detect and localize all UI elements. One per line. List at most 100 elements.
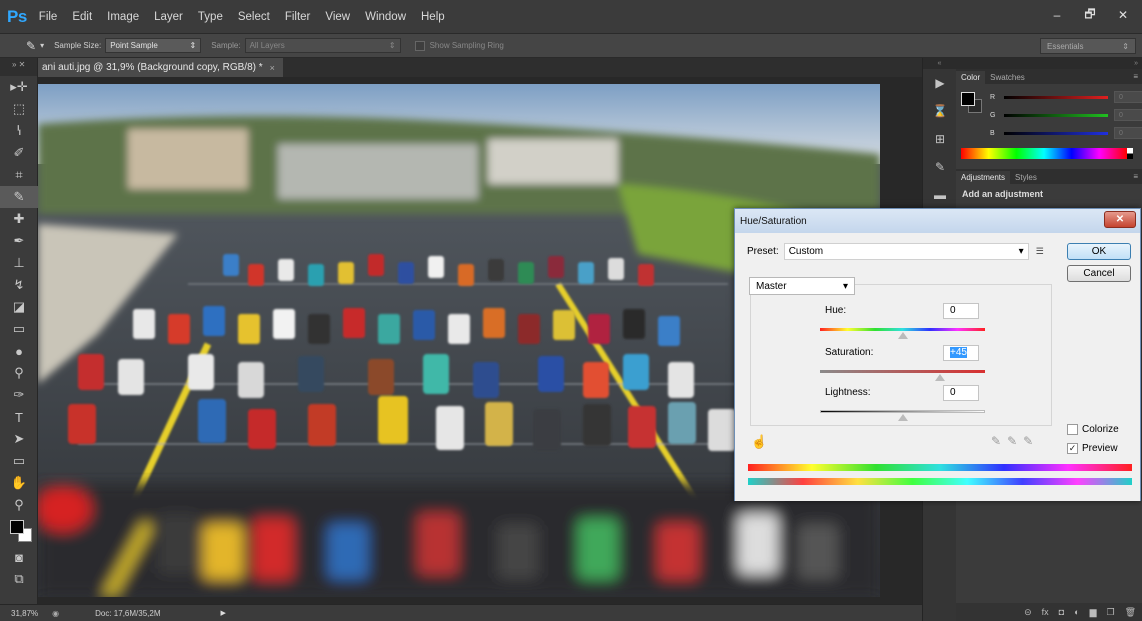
tool-presets-icon[interactable]: ✎ [923,153,957,181]
saturation-input[interactable]: +45 [943,345,979,361]
eyedropper-tool-icon[interactable]: ✎ [0,186,38,208]
menu-filter[interactable]: Filter [285,11,311,23]
color-spectrum-ramp[interactable] [961,148,1127,159]
eyedropper-icon[interactable]: ✎ [991,434,1001,448]
expand-panels-icon[interactable]: » [956,58,1142,69]
saturation-slider-track[interactable] [820,370,985,373]
menu-image[interactable]: Image [107,11,139,23]
cancel-button[interactable]: Cancel [1067,265,1131,282]
menu-file[interactable]: File [39,11,58,23]
restore-button[interactable]: 🗗 [1075,4,1105,26]
preview-checkbox[interactable]: ✓ [1067,443,1078,454]
tab-adjustments[interactable]: Adjustments [956,171,1011,184]
eyedropper-add-icon[interactable]: ✎ [1007,434,1017,448]
tools-panel-collapse-icon[interactable]: » ✕ [0,58,37,76]
green-slider[interactable] [1004,113,1108,117]
dialog-close-button[interactable]: ✕ [1104,211,1136,228]
add-mask-icon[interactable]: ◘ [1059,607,1064,617]
eraser-tool-icon[interactable]: ◪ [0,296,38,318]
lightness-slider-thumb[interactable] [898,414,908,421]
panel-menu-icon[interactable]: ≡ [1133,72,1138,81]
hue-slider-track[interactable] [820,328,985,331]
close-app-button[interactable]: ✕ [1108,4,1138,26]
red-value[interactable]: 0 [1114,91,1142,103]
lightness-input[interactable]: 0 [943,385,979,401]
play-action-icon[interactable]: ▶ [923,69,957,97]
tool-preset-caret-icon[interactable]: ▾ [40,41,44,50]
panel-menu-icon[interactable]: ≡ [1133,172,1138,181]
menu-select[interactable]: Select [238,11,270,23]
properties-panel-icon[interactable]: ⊞ [923,125,957,153]
history-panel-icon[interactable]: ⌛ [923,97,957,125]
tab-color[interactable]: Color [956,71,986,84]
crop-tool-icon[interactable]: ⌗ [0,164,38,186]
hue-slider-thumb[interactable] [898,332,908,339]
quick-mask-icon[interactable]: ◙ [0,546,38,568]
collapse-panels-icon[interactable]: « [923,58,956,69]
eyedropper-subtract-icon[interactable]: ✎ [1023,434,1033,448]
status-menu-arrow-icon[interactable]: ▶ [221,609,226,617]
hue-input[interactable]: 0 [943,303,979,319]
document-tab[interactable]: ani auti.jpg @ 31,9% (Background copy, R… [38,58,283,77]
layer-comps-icon[interactable]: ▬ [923,181,957,209]
spot-healing-tool-icon[interactable]: ✚ [0,208,38,230]
lasso-tool-icon[interactable]: ꝇ [0,120,38,142]
ok-button[interactable]: OK [1067,243,1131,260]
delete-layer-icon[interactable]: 🗑 [1125,607,1136,618]
tab-swatches[interactable]: Swatches [985,71,1030,84]
gradient-tool-icon[interactable]: ▭ [0,318,38,340]
move-tool-icon[interactable]: ▸✛ [0,76,38,98]
red-slider[interactable] [1004,95,1108,99]
menu-layer[interactable]: Layer [154,11,183,23]
preset-select[interactable]: Custom ▾ [783,243,1029,260]
screen-mode-icon[interactable]: ⧉ [0,568,38,590]
quick-selection-tool-icon[interactable]: ✐ [0,142,38,164]
green-value[interactable]: 0 [1114,109,1142,121]
menu-type[interactable]: Type [198,11,223,23]
path-selection-tool-icon[interactable]: ➤ [0,428,38,450]
marquee-tool-icon[interactable]: ⬚ [0,98,38,120]
tab-styles[interactable]: Styles [1010,171,1042,184]
dialog-title-bar[interactable]: Hue/Saturation [735,209,1140,233]
on-image-adjust-icon[interactable]: ☝ [751,434,767,450]
eyedropper-tool-icon[interactable]: ✎ [26,39,36,53]
channel-select[interactable]: Master ▾ [749,277,855,295]
hand-tool-icon[interactable]: ✋ [0,472,38,494]
new-group-icon[interactable]: ▆ [1090,607,1097,618]
color-swatches[interactable] [0,516,37,546]
menu-window[interactable]: Window [365,11,406,23]
panel-foreground-swatch[interactable] [961,92,975,106]
document-close-icon[interactable]: × [270,63,275,73]
show-sampling-ring-checkbox[interactable] [414,40,425,51]
history-brush-tool-icon[interactable]: ↯ [0,274,38,296]
black-white-ramp[interactable] [1127,148,1133,159]
type-tool-icon[interactable]: T [0,406,38,428]
preset-options-icon[interactable]: ☰ [1036,246,1044,257]
link-layers-icon[interactable]: ⊝ [1024,607,1032,618]
dodge-tool-icon[interactable]: ⚲ [0,362,38,384]
menu-edit[interactable]: Edit [72,11,92,23]
colorize-checkbox[interactable] [1067,424,1078,435]
adjustment-layer-icon[interactable]: ◐ [1074,607,1079,617]
blue-value[interactable]: 0 [1114,127,1142,139]
workspace-select[interactable]: Essentials ⇕ [1040,38,1136,54]
sample-select[interactable]: All Layers ⇕ [244,38,401,53]
saturation-slider-thumb[interactable] [935,374,945,381]
new-layer-icon[interactable]: ❐ [1106,607,1114,618]
blue-slider[interactable] [1004,131,1108,135]
zoom-tool-icon[interactable]: ⚲ [0,494,38,516]
brush-tool-icon[interactable]: ✒ [0,230,38,252]
blur-tool-icon[interactable]: ● [0,340,38,362]
sample-size-select[interactable]: Point Sample ⇕ [105,38,202,53]
foreground-color-swatch[interactable] [10,520,24,534]
status-info-icon[interactable]: ◉ [52,609,59,618]
menu-view[interactable]: View [325,11,350,23]
clone-stamp-tool-icon[interactable]: ⊥ [0,252,38,274]
lightness-slider-track[interactable] [820,410,985,413]
minimize-button[interactable]: – [1042,4,1072,26]
layer-style-icon[interactable]: fx [1042,607,1049,617]
zoom-level[interactable]: 31,87% [11,609,38,618]
menu-help[interactable]: Help [421,11,445,23]
pen-tool-icon[interactable]: ✑ [0,384,38,406]
rectangle-tool-icon[interactable]: ▭ [0,450,38,472]
